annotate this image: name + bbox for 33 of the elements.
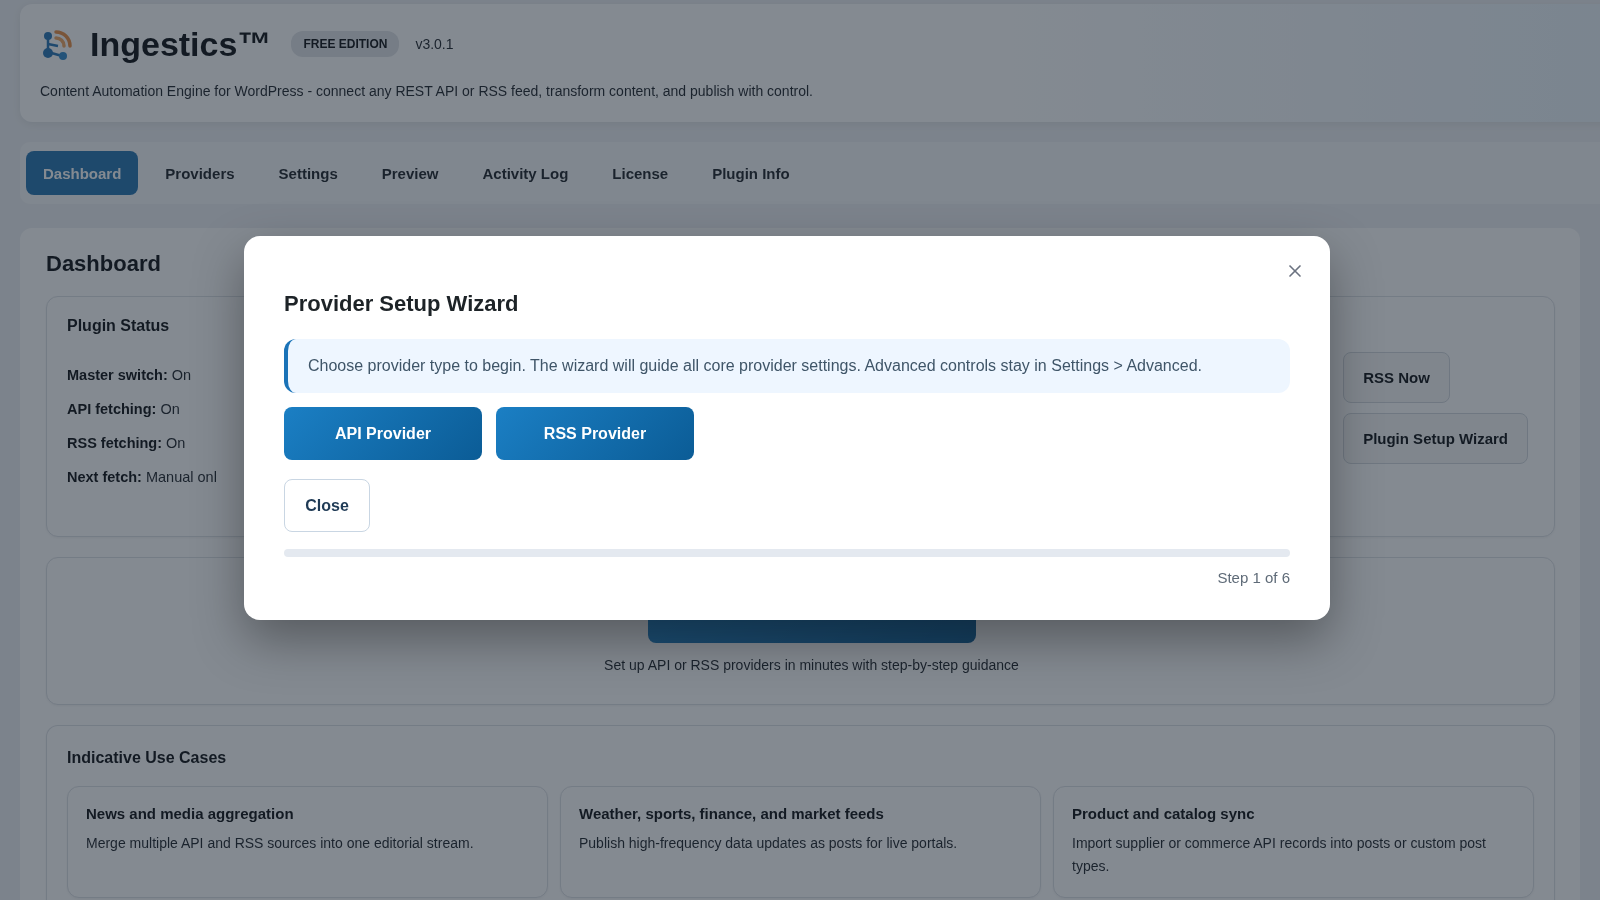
nav-tab[interactable]: Dashboard — [26, 151, 139, 195]
status-line: Next fetch: Manual onl — [67, 468, 217, 487]
status-line: RSS fetching: On — [67, 434, 186, 453]
edition-badge: FREE EDITION — [291, 31, 400, 57]
use-case-title: News and media aggregation — [86, 805, 295, 822]
version-label: v3.0.1 — [415, 36, 454, 52]
use-case-description: Import supplier or commerce API records into posts or custom post types. — [1072, 834, 1487, 876]
provider-button[interactable]: RSS Provider — [496, 407, 694, 460]
card-title: Plugin Status — [67, 316, 170, 336]
card-title: Indicative Use Cases — [67, 748, 227, 768]
panel-title: Dashboard — [46, 250, 161, 278]
use-case-description: Publish high-frequency data updates as posts for live portals. — [579, 834, 959, 853]
step-indicator: Step 1 of 6 — [1217, 569, 1290, 586]
nav-tab[interactable]: License — [595, 151, 686, 195]
action-button[interactable]: Plugin Setup Wizard — [1343, 413, 1528, 464]
wizard-caption: Set up API or RSS providers in minutes with step-by-step guidance — [604, 657, 1019, 673]
nav-tab[interactable]: Activity Log — [465, 151, 586, 195]
status-line: Master switch: On — [67, 366, 192, 385]
use-case-description: Merge multiple API and RSS sources into one editorial stream. — [86, 834, 475, 853]
app-title: Ingestics™ — [90, 24, 272, 64]
use-case-title: Weather, sports, finance, and market feeds — [579, 805, 885, 822]
app-tagline: Content Automation Engine for WordPress - connect any REST API or RSS feed, transform content, and publish with control. — [40, 83, 814, 99]
status-line: API fetching: On — [67, 400, 180, 419]
nav-tab[interactable]: Preview — [364, 151, 456, 195]
provider-button[interactable]: API Provider — [284, 407, 482, 460]
nav-tab[interactable]: Providers — [148, 151, 252, 195]
close-dialog-button[interactable]: Close — [284, 479, 370, 532]
nav-tab[interactable]: Plugin Info — [695, 151, 807, 195]
dialog-title: Provider Setup Wizard — [284, 290, 520, 318]
action-button[interactable]: RSS Now — [1343, 352, 1450, 403]
info-notice: Choose provider type to begin. The wizard will guide all core provider settings. Advanced controls stay in Settings > Advanced. — [284, 339, 1290, 393]
use-case-title: Product and catalog sync — [1072, 805, 1256, 822]
nav-tab[interactable]: Settings — [261, 151, 355, 195]
